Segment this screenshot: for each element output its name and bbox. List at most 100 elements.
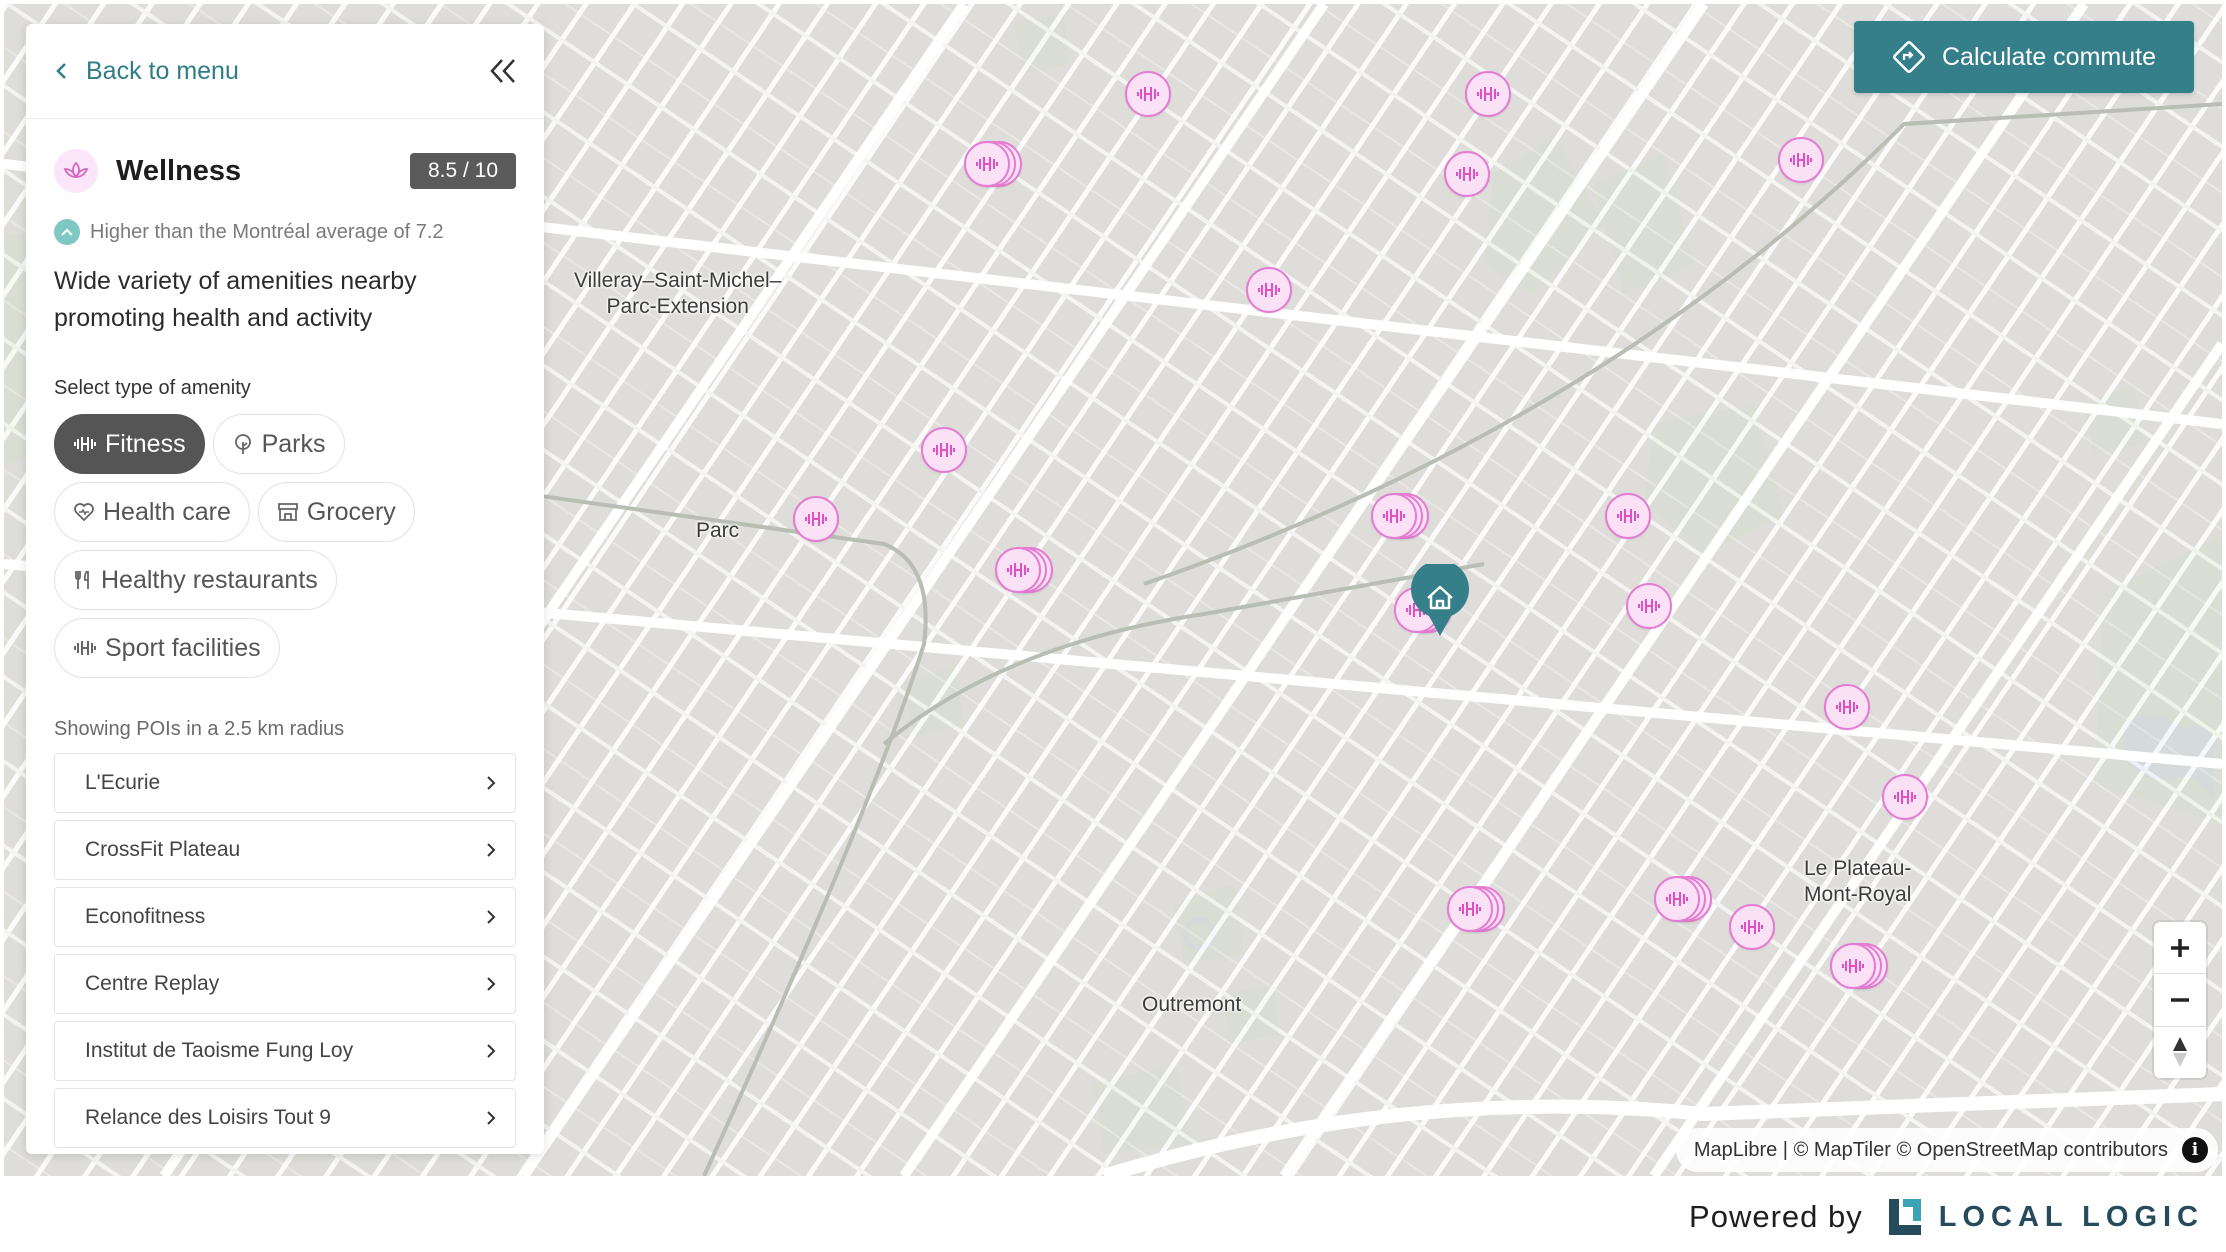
poi-marker[interactable]	[1465, 71, 1511, 117]
dumbbell-icon	[1477, 87, 1499, 101]
poi-marker[interactable]	[1125, 71, 1171, 117]
collapse-panel-button[interactable]	[488, 56, 518, 86]
poi-marker[interactable]	[1882, 774, 1928, 820]
amenity-chip-label: Sport facilities	[105, 633, 261, 662]
amenity-chip-fitness[interactable]: Fitness	[54, 414, 205, 474]
radius-text: Showing POIs in a 2.5 km radius	[54, 718, 345, 740]
category-title: Wellness	[116, 154, 242, 187]
poi-name: CrossFit Plateau	[85, 838, 241, 861]
amenity-select-label: Select type of amenity	[54, 377, 251, 399]
map-attribution: MapLibre | © MapTiler © OpenStreetMap co…	[1675, 1128, 2218, 1172]
dumbbell-icon	[805, 512, 827, 526]
dumbbell-icon	[1617, 509, 1639, 523]
poi-list-item[interactable]: Econofitness	[54, 887, 516, 947]
dumbbell-icon	[1137, 87, 1159, 101]
category-description: Wide variety of amenities nearby promoti…	[54, 267, 417, 332]
poi-marker[interactable]	[793, 496, 839, 542]
chevron-right-icon	[487, 1044, 496, 1058]
dumbbell-icon	[1007, 563, 1029, 577]
store-icon	[277, 503, 298, 521]
utensils-icon	[75, 570, 89, 589]
poi-list-item[interactable]: Relance des Loisirs Tout 9	[54, 1088, 516, 1148]
score-badge: 8.5 / 10	[409, 153, 516, 189]
attribution-text: MapLibre | © MapTiler © OpenStreetMap co…	[1693, 1138, 2168, 1161]
poi-list: L'Ecurie CrossFit Plateau Econofitness C…	[54, 753, 516, 1148]
chevron-right-icon	[487, 1111, 496, 1125]
calculate-commute-button[interactable]: Calculate commute	[1854, 21, 2194, 93]
dumbbell-icon	[1456, 167, 1478, 181]
home-marker[interactable]	[1409, 560, 1471, 638]
poi-name: L'Ecurie	[85, 771, 161, 794]
panel-header: Back to menu	[26, 24, 544, 119]
dumbbell-icon	[1741, 920, 1763, 934]
poi-marker-cluster[interactable]	[964, 141, 1010, 187]
reset-bearing-button[interactable]	[2154, 1027, 2206, 1078]
comparison-text: Higher than the Montréal average of 7.2	[90, 220, 444, 243]
chevron-right-icon	[487, 843, 496, 857]
back-to-menu-label: Back to menu	[86, 56, 239, 85]
poi-marker-cluster[interactable]	[1654, 876, 1700, 922]
poi-marker-cluster[interactable]	[1830, 943, 1876, 989]
zoom-in-button[interactable]	[2154, 922, 2206, 975]
powered-by-text: Powered by	[1689, 1199, 1863, 1234]
minus-icon	[2171, 998, 2189, 1002]
amenity-chip-healthy-restaurants[interactable]: Healthy restaurants	[54, 550, 337, 610]
label-plateau: Le Plateau- Mont-Royal	[1804, 857, 1912, 906]
dumbbell-icon	[1638, 599, 1660, 613]
poi-marker[interactable]	[1246, 267, 1292, 313]
poi-marker[interactable]	[1605, 493, 1651, 539]
zoom-out-button[interactable]	[2154, 974, 2206, 1027]
dumbbell-icon	[74, 641, 96, 655]
poi-list-item[interactable]: Institut de Taoisme Fung Loy	[54, 1021, 516, 1081]
chevron-left-icon	[56, 63, 66, 79]
poi-marker-cluster[interactable]	[1447, 886, 1493, 932]
info-icon[interactable]: i	[2182, 1137, 2208, 1163]
lotus-icon	[54, 149, 98, 193]
dumbbell-icon	[1383, 509, 1405, 523]
dumbbell-icon	[976, 157, 998, 171]
poi-list-item[interactable]: L'Ecurie	[54, 753, 516, 813]
back-to-menu-link[interactable]: Back to menu	[54, 57, 239, 86]
amenity-chip-grocery[interactable]: Grocery	[257, 482, 415, 542]
dumbbell-icon	[1790, 153, 1812, 167]
zoom-controls	[2154, 922, 2206, 1078]
amenity-chip-label: Parks	[261, 429, 326, 458]
directions-icon	[1893, 41, 1925, 73]
powered-by-footer: Powered by LOCAL LOGIC	[1689, 1195, 2204, 1239]
poi-marker[interactable]	[1626, 583, 1672, 629]
chevron-right-icon	[487, 776, 496, 790]
dumbbell-icon	[74, 437, 96, 451]
poi-name: Relance des Loisirs Tout 9	[85, 1106, 331, 1129]
calculate-commute-label: Calculate commute	[1942, 42, 2156, 71]
dumbbell-icon	[1894, 790, 1916, 804]
label-outremont: Outremont	[1142, 993, 1242, 1016]
poi-marker[interactable]	[921, 427, 967, 473]
amenity-chip-label: Grocery	[306, 497, 396, 526]
dumbbell-icon	[933, 443, 955, 457]
heart-icon	[74, 503, 94, 522]
poi-marker-cluster[interactable]	[1371, 493, 1417, 539]
amenity-chip-health-care[interactable]: Health care	[54, 482, 250, 542]
local-logic-logo[interactable]: LOCAL LOGIC	[1885, 1195, 2204, 1239]
dumbbell-icon	[1258, 283, 1280, 297]
poi-list-item[interactable]: Centre Replay	[54, 954, 516, 1014]
amenity-chips: Fitness Parks Health care Grocery Health…	[54, 414, 524, 678]
poi-list-item[interactable]: CrossFit Plateau	[54, 820, 516, 880]
plus-icon	[2171, 938, 2189, 957]
chevron-right-icon	[487, 977, 496, 991]
dumbbell-icon	[1836, 700, 1858, 714]
dumbbell-icon	[1459, 902, 1481, 916]
amenity-chip-parks[interactable]: Parks	[212, 414, 345, 474]
poi-marker-cluster[interactable]	[995, 547, 1041, 593]
average-comparison: Higher than the Montréal average of 7.2	[54, 219, 516, 245]
poi-marker[interactable]	[1824, 684, 1870, 730]
label-parc: Parc	[696, 519, 740, 542]
amenity-chip-label: Health care	[103, 497, 231, 526]
category-header: Wellness 8.5 / 10	[54, 149, 516, 193]
amenity-chip-sport-facilities[interactable]: Sport facilities	[54, 618, 280, 678]
poi-marker[interactable]	[1444, 151, 1490, 197]
poi-marker[interactable]	[1778, 137, 1824, 183]
home-icon	[1411, 560, 1469, 636]
poi-marker[interactable]	[1729, 904, 1775, 950]
chevron-right-icon	[487, 910, 496, 924]
